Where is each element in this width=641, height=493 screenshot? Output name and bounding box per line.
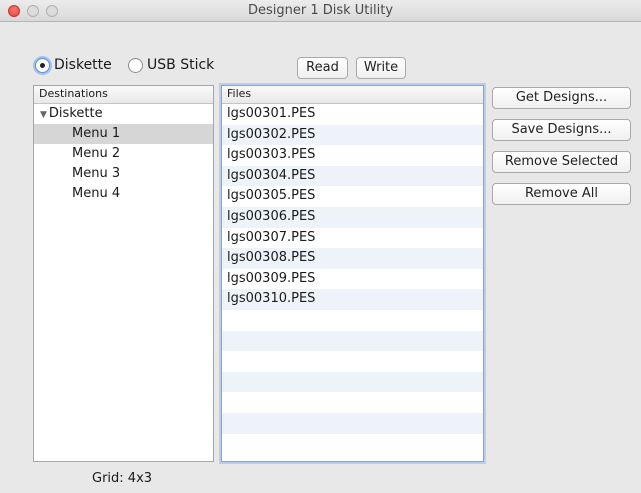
read-button[interactable]: Read [297,57,348,79]
tree-item-menu-2[interactable]: Menu 2 [34,144,213,164]
file-row[interactable]: lgs00303.PES [222,145,483,166]
save-designs-button[interactable]: Save Designs... [492,119,631,141]
tree-item-diskette[interactable]: ▼ Diskette [34,104,213,124]
grid-status: Grid: 4x3 [92,471,153,486]
tree-item-menu-1[interactable]: Menu 1 [34,124,213,144]
tree-item-menu-4[interactable]: Menu 4 [34,184,213,204]
file-row[interactable]: lgs00302.PES [222,124,483,146]
remove-all-button[interactable]: Remove All [492,183,631,205]
file-row[interactable]: lgs00310.PES [222,289,483,310]
file-row[interactable]: lgs00305.PES [222,186,483,207]
file-list: lgs00301.PES lgs00302.PES lgs00303.PES lgs0… [222,104,483,454]
diskette-radio[interactable]: Diskette [35,57,112,73]
usb-stick-radio[interactable]: USB Stick [128,57,214,73]
tree-item-menu-3[interactable]: Menu 3 [34,164,213,184]
radio-selected-icon [35,57,50,73]
destinations-header: Destinations [34,86,213,104]
file-row[interactable] [222,351,483,372]
file-row[interactable] [222,310,483,331]
file-row[interactable]: lgs00308.PES [222,248,483,269]
file-row[interactable] [222,392,483,413]
diskette-radio-label: Diskette [54,57,112,73]
title-bar: Designer 1 Disk Utility [0,0,641,22]
files-panel[interactable]: Files lgs00301.PES lgs00302.PES lgs00303.P… [221,85,484,462]
remove-selected-button[interactable]: Remove Selected [492,151,631,173]
disclosure-triangle-icon[interactable]: ▼ [40,110,47,120]
file-row[interactable] [222,434,483,455]
destinations-panel[interactable]: Destinations ▼ Diskette Menu 1 Menu 2 Men… [33,85,214,462]
file-row[interactable]: lgs00304.PES [222,165,483,187]
get-designs-button[interactable]: Get Designs... [492,87,631,109]
file-row[interactable]: lgs00306.PES [222,206,483,228]
file-row[interactable] [222,412,483,434]
usb-stick-radio-label: USB Stick [147,57,215,73]
file-row[interactable] [222,330,483,352]
file-row[interactable]: lgs00307.PES [222,228,483,249]
window-title: Designer 1 Disk Utility [247,3,394,18]
file-row[interactable]: lgs00301.PES [222,104,483,125]
write-button[interactable]: Write [356,57,406,79]
file-row[interactable]: lgs00309.PES [222,269,483,290]
tree-item-label: Diskette [48,106,103,121]
file-row[interactable] [222,371,483,393]
radio-unselected-icon [128,57,143,73]
files-header: Files [222,86,483,104]
